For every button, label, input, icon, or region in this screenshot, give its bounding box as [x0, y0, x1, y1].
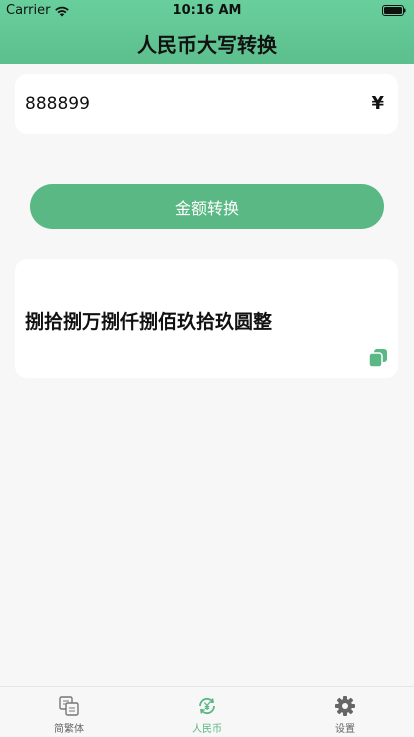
tab-label-traditional-simplified: 简繁体: [54, 724, 84, 735]
amount-input-card: ¥: [15, 74, 398, 134]
gear-icon: [335, 696, 355, 716]
rmb-convert-icon: [199, 697, 215, 715]
tab-settings[interactable]: 设置: [276, 687, 414, 737]
amount-input[interactable]: [25, 74, 355, 134]
status-bar: Carrier 10:16 AM: [0, 0, 414, 20]
result-card: 捌拾捌万捌仟捌佰玖拾玖圆整: [15, 259, 398, 378]
convert-button[interactable]: 金额转换: [30, 184, 384, 229]
battery-icon: [382, 5, 406, 16]
tab-bar: 简繁体 人民币 设置: [0, 686, 414, 737]
navigation-header: Carrier 10:16 AM 人民币大写转换: [0, 0, 414, 64]
status-time: 10:16 AM: [172, 3, 242, 18]
page-title: 人民币大写转换: [137, 33, 277, 57]
tab-traditional-simplified[interactable]: 简繁体: [0, 687, 138, 737]
tab-label-rmb: 人民币: [192, 724, 222, 735]
tab-rmb[interactable]: 人民币: [138, 687, 276, 737]
result-text: 捌拾捌万捌仟捌佰玖拾玖圆整: [25, 311, 273, 333]
copy-icon[interactable]: [368, 348, 388, 368]
tab-label-settings: 设置: [335, 724, 355, 735]
yen-symbol: ¥: [371, 93, 384, 114]
traditional-simplified-icon: [59, 696, 79, 716]
